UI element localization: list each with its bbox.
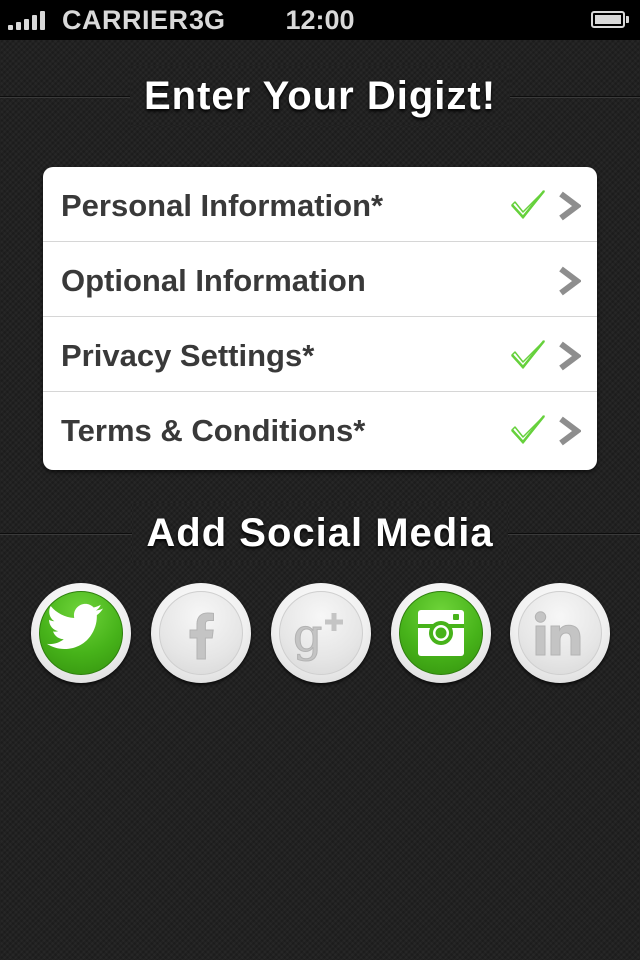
facebook-button[interactable]: [151, 583, 251, 683]
chevron-right-icon: [559, 341, 581, 371]
app-screen: CARRIER 3G 12:00 Enter Your Digizt! Pers…: [0, 0, 640, 960]
list-item-label: Privacy Settings*: [61, 338, 315, 373]
google-plus-button[interactable]: g: [271, 583, 371, 683]
chevron-right-icon: [559, 416, 581, 446]
svg-text:g: g: [293, 608, 322, 662]
chevron-right-icon: [559, 266, 581, 296]
instagram-camera-icon: [418, 610, 464, 656]
chevron-right-icon: [559, 191, 581, 221]
list-item-terms-conditions[interactable]: Terms & Conditions*: [43, 392, 597, 467]
social-media-buttons: g: [0, 583, 640, 685]
page-header: Enter Your Digizt!: [0, 66, 640, 126]
social-section-title: Add Social Media: [132, 503, 507, 563]
facebook-f-icon: [189, 612, 214, 660]
info-list: Personal Information* Optional Informati…: [43, 167, 597, 470]
checkmark-icon: [511, 340, 545, 369]
linkedin-button[interactable]: [510, 583, 610, 683]
social-section-header: Add Social Media: [0, 503, 640, 563]
list-item-label: Terms & Conditions*: [61, 413, 366, 448]
instagram-button[interactable]: [391, 583, 491, 683]
status-time: 12:00: [285, 5, 355, 35]
twitter-bird-icon: [46, 603, 103, 650]
list-item-privacy-settings[interactable]: Privacy Settings*: [43, 317, 597, 392]
checkmark-icon: [511, 415, 545, 444]
list-item-label: Personal Information*: [61, 188, 384, 223]
checkmark-icon: [511, 190, 545, 219]
google-plus-icon: g: [293, 608, 343, 663]
linkedin-in-icon: [534, 611, 581, 656]
list-item-optional-information[interactable]: Optional Information: [43, 242, 597, 317]
status-bar: CARRIER 3G 12:00: [0, 0, 640, 40]
twitter-button[interactable]: [31, 583, 131, 683]
battery-icon: [591, 11, 629, 28]
page-title: Enter Your Digizt!: [130, 66, 510, 126]
list-item-label: Optional Information: [61, 263, 366, 298]
list-item-personal-information[interactable]: Personal Information*: [43, 167, 597, 242]
